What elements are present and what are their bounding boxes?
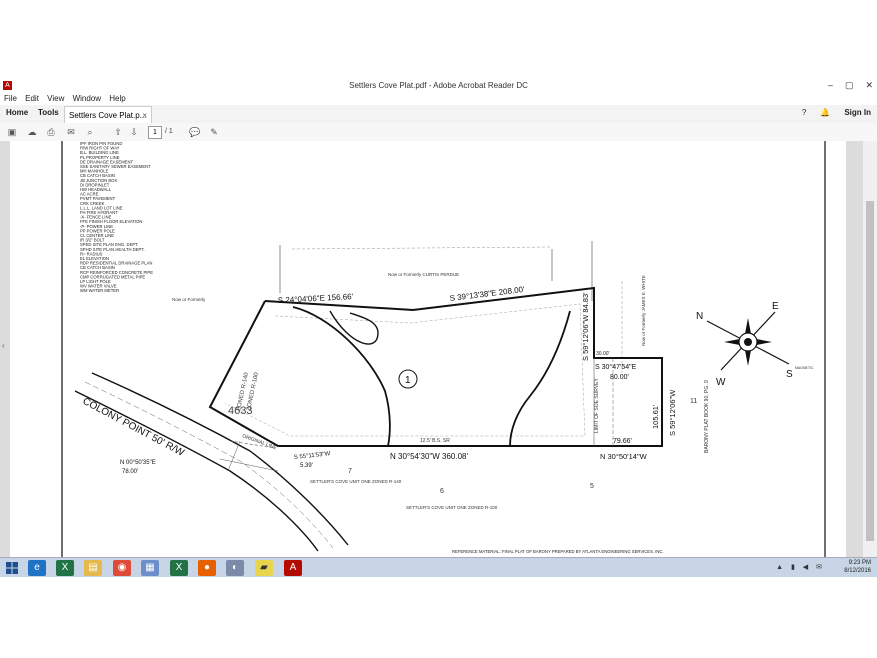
compass-e: E: [772, 301, 779, 312]
settlers-cove-1: SETTLER'S COVE UNIT ONE ZONED R-140: [310, 479, 402, 484]
north-arrow-icon: [706, 311, 790, 371]
tab-bar: Home Tools Settlers Cove Plat.p... × ? 🔔…: [0, 105, 877, 124]
close-tab-icon[interactable]: ×: [142, 107, 147, 124]
system-tray-icons[interactable]: ▲ ▮ ◀ ✉: [776, 563, 825, 571]
menu-window[interactable]: Window: [73, 93, 101, 105]
menu-view[interactable]: View: [47, 93, 64, 105]
bearing-front-dist: 78.00': [122, 469, 138, 475]
bearing-east-inner: S 30°47'54"E: [595, 363, 637, 371]
document-tab[interactable]: Settlers Cove Plat.p... ×: [64, 106, 152, 123]
page-count: / 1: [165, 128, 173, 135]
save-icon[interactable]: ▣: [6, 126, 18, 138]
bearing-south-east: N 30°50'14"W: [600, 452, 648, 461]
system-clock[interactable]: 9:23 PM 8/12/2016: [844, 559, 871, 575]
windows-icon[interactable]: [6, 562, 18, 574]
pdf-page: IPF IRON PIN FOUND R/W RIGHT OF WAY B.L. B…: [10, 141, 846, 557]
plat-drawing: IPF IRON PIN FOUNDR/W RIGHT OF WAYB.L. B…: [61, 141, 826, 557]
soe-label: LIMIT OF SOE SURVEY: [594, 378, 600, 433]
sign-in-link[interactable]: Sign In: [844, 108, 871, 117]
acrobat-icon[interactable]: A: [284, 560, 302, 576]
maximize-button[interactable]: ▢: [845, 80, 854, 91]
help-icon[interactable]: ?: [802, 108, 806, 117]
firefox-icon[interactable]: ●: [198, 560, 216, 576]
bearing-south-east-dist: 79.66': [613, 438, 632, 445]
menu-file[interactable]: File: [4, 93, 17, 105]
menu-help[interactable]: Help: [109, 93, 125, 105]
stream-buffer-label: 12.5' B.S. SR: [420, 438, 450, 444]
clock-time: 9:23 PM: [848, 560, 871, 566]
bell-icon[interactable]: 🔔: [820, 108, 830, 117]
page-down-icon[interactable]: ⇩: [128, 126, 140, 138]
tools-tab[interactable]: Tools: [38, 108, 59, 117]
road-label: COLONY POINT 50' R/W: [81, 396, 187, 459]
bearing-north-a: S 24°04'06"E 156.66': [278, 292, 354, 305]
email-icon[interactable]: ✉: [65, 126, 77, 138]
clock-date: 8/12/2016: [844, 568, 871, 574]
bearing-east-a: S 59°12'06"W 84.83': [581, 292, 590, 361]
explorer-icon[interactable]: ▤: [84, 560, 102, 576]
home-tab[interactable]: Home: [6, 108, 28, 117]
barony-label: BARONY PLAT BOOK 90, PG. 9: [704, 380, 710, 453]
upload-icon[interactable]: ☁: [26, 126, 38, 138]
search-icon[interactable]: ⌕: [84, 126, 96, 138]
legend-entry: WM WATER METER: [80, 288, 119, 293]
reference-note: REFERENCE MATERIAL: FINAL PLAT OF BARONY…: [452, 549, 664, 554]
menu-edit[interactable]: Edit: [25, 93, 39, 105]
document-viewport[interactable]: ‹ IPF IRON PIN FOUND R/W RIGHT OF WAY B.L.…: [0, 141, 877, 557]
minimize-button[interactable]: –: [828, 80, 833, 91]
compass-n: N: [696, 311, 703, 322]
bearing-front: N 00°50'35"E: [120, 460, 156, 466]
lot-11: 11: [690, 398, 697, 405]
title-bar: A Settlers Cove Plat.pdf - Adobe Acrobat…: [0, 79, 877, 94]
page-number-input[interactable]: 1: [148, 126, 162, 139]
compass-s: S: [786, 369, 793, 380]
bearing-west-dist: 5.39': [300, 463, 313, 469]
screen: A Settlers Cove Plat.pdf - Adobe Acrobat…: [0, 79, 877, 577]
scrollbar-thumb[interactable]: [866, 201, 874, 541]
pen-icon[interactable]: ✎: [208, 126, 220, 138]
chrome-icon[interactable]: ◉: [113, 560, 131, 576]
ie-icon[interactable]: e: [28, 560, 46, 576]
window-title: Settlers Cove Plat.pdf - Adobe Acrobat R…: [349, 81, 528, 90]
east-neighbor: Now or Formerly JAMES E. WHITE: [641, 275, 646, 346]
page-up-icon[interactable]: ⇧: [112, 126, 124, 138]
toolbar: ▣ ☁ ⎙ ✉ ⌕ ⇧ ⇩ 1 / 1 💬 ✎: [0, 123, 877, 142]
close-button[interactable]: ✕: [865, 80, 873, 91]
photo-frame: { "window": {"title": "Settlers Cove Pla…: [0, 0, 877, 658]
setback-label: 30.00': [596, 351, 610, 357]
west-neighbor: Now or Formerly: [172, 297, 206, 302]
excel-icon[interactable]: X: [56, 560, 74, 576]
bearing-east-b: S 59°12'06"W: [668, 389, 677, 436]
document-tab-label: Settlers Cove Plat.p...: [69, 111, 147, 120]
bearing-east-inner-dist: 80.00': [610, 374, 629, 381]
vertical-scrollbar[interactable]: [863, 141, 877, 557]
lot-number: 1: [405, 375, 411, 386]
legend: IPF IRON PIN FOUNDR/W RIGHT OF WAYB.L. B…: [80, 141, 153, 293]
tool-icon[interactable]: ◐: [226, 560, 244, 576]
bearing-south: N 30°54'30"W 360.08': [390, 452, 469, 461]
lot-5: 5: [590, 483, 594, 490]
bearing-west: S 55°11'53"W: [294, 451, 331, 461]
bearing-east-b-dist: 105.61': [651, 404, 660, 429]
north-neighbor: Now or Formerly CURTIS PERDUE: [388, 272, 459, 277]
comment-icon[interactable]: 💬: [189, 126, 201, 138]
print-icon[interactable]: ⎙: [45, 126, 57, 138]
compass-w: W: [716, 377, 726, 388]
excel-icon[interactable]: X: [170, 560, 188, 576]
settlers-cove-2: SETTLER'S COVE UNIT ONE ZONED R-100: [406, 505, 498, 510]
lot-6: 6: [440, 488, 444, 495]
left-panel-arrow-icon[interactable]: ‹: [2, 341, 5, 350]
compass-magnetic: MAGNETIC: [795, 366, 814, 370]
lot-7: 7: [348, 468, 352, 475]
taskbar: e X ▤ ◉ ▦ X ● ◐ ▰ A ▲ ▮ ◀ ✉ 9:23 PM 8/12…: [0, 557, 877, 577]
menu-bar: File Edit View Window Help: [0, 93, 877, 105]
notes-icon[interactable]: ▰: [255, 560, 273, 576]
paint-icon[interactable]: ▦: [141, 560, 159, 576]
